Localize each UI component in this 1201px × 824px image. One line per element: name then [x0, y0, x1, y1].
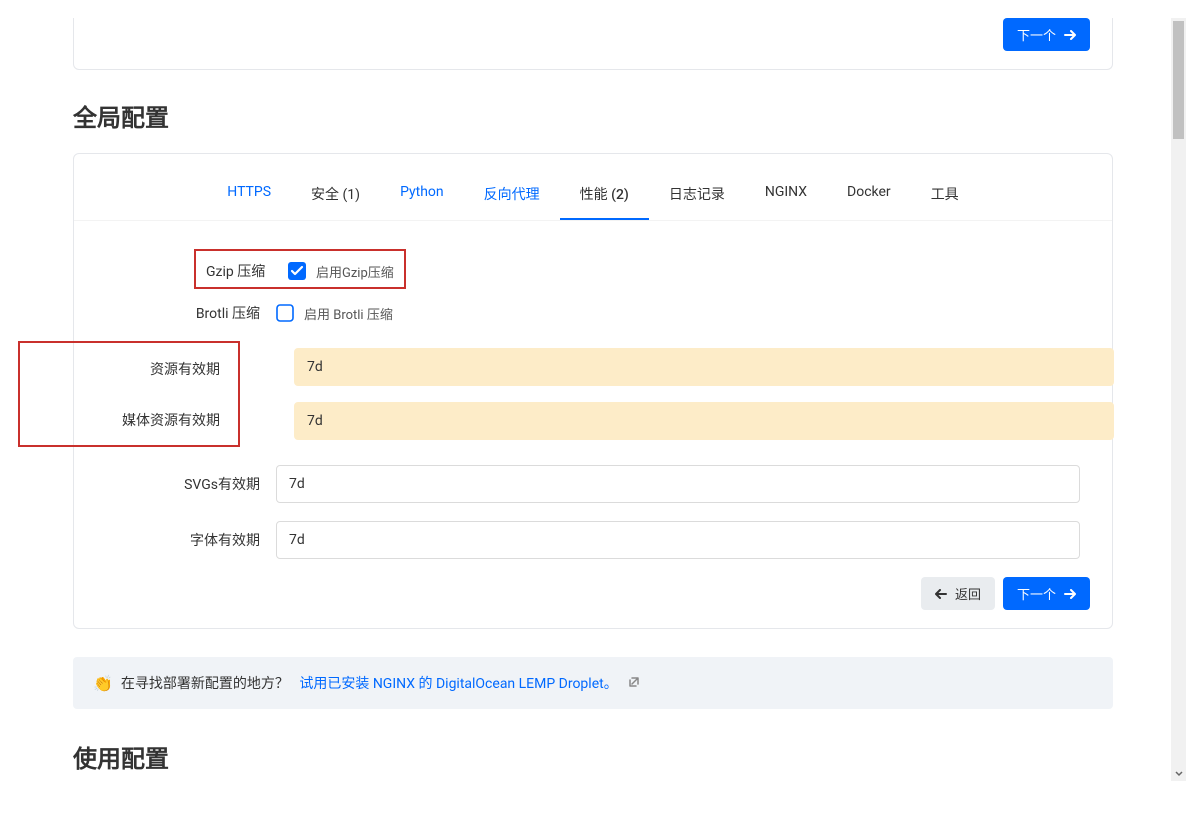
assets-expiry-input[interactable] — [294, 348, 1114, 386]
tab-python[interactable]: Python — [380, 166, 464, 220]
svg-expiry-label: SVGs有效期 — [106, 474, 276, 494]
brotli-checkbox-wrap[interactable]: 启用 Brotli 压缩 — [276, 304, 393, 323]
gzip-label: Gzip 压缩 — [206, 261, 288, 281]
scrollbar-arrow-down-icon[interactable] — [1171, 766, 1186, 781]
font-expiry-label: 字体有效期 — [106, 530, 276, 550]
next-button[interactable]: 下一个 — [1003, 577, 1090, 610]
arrow-right-icon — [1064, 30, 1076, 40]
tab-docker[interactable]: Docker — [827, 166, 911, 220]
media-expiry-label: 媒体资源有效期 — [20, 410, 238, 430]
brotli-row: Brotli 压缩 启用 Brotli 压缩 — [106, 303, 1080, 323]
tab-nginx[interactable]: NGINX — [745, 166, 827, 220]
tab-https[interactable]: HTTPS — [207, 166, 291, 220]
section-usage-title: 使用配置 — [73, 739, 1113, 774]
tabs-container: HTTPS 安全 (1) Python 反向代理 性能 (2) 日志记录 NGI… — [74, 166, 1112, 221]
checkbox-checked-icon — [288, 262, 306, 280]
section-global-title: 全局配置 — [73, 98, 1113, 133]
brotli-checkbox-label: 启用 Brotli 压缩 — [304, 304, 393, 323]
tab-security[interactable]: 安全 (1) — [291, 166, 380, 220]
tab-reverse-proxy[interactable]: 反向代理 — [464, 166, 560, 220]
font-expiry-input[interactable] — [276, 521, 1080, 559]
back-button[interactable]: 返回 — [921, 577, 995, 610]
arrow-right-icon — [1064, 589, 1076, 599]
tab-tools[interactable]: 工具 — [911, 166, 979, 220]
global-config-card: HTTPS 安全 (1) Python 反向代理 性能 (2) 日志记录 NGI… — [73, 153, 1113, 629]
assets-expiry-label: 资源有效期 — [20, 359, 238, 379]
next-button-label: 下一个 — [1017, 584, 1056, 603]
external-link-icon — [628, 677, 640, 691]
font-expiry-row: 字体有效期 — [106, 521, 1080, 559]
checkbox-unchecked-icon — [276, 304, 294, 322]
prev-section-card: 下一个 — [73, 18, 1113, 70]
brotli-label: Brotli 压缩 — [106, 303, 276, 323]
tab-logging[interactable]: 日志记录 — [649, 166, 745, 220]
back-button-label: 返回 — [955, 584, 981, 603]
svg-expiry-row: SVGs有效期 — [106, 465, 1080, 503]
svg-expiry-input[interactable] — [276, 465, 1080, 503]
banner-lead-text: 在寻找部署新配置的地方？ — [121, 676, 289, 692]
highlight-gzip-box: Gzip 压缩 启用Gzip压缩 — [194, 249, 406, 289]
media-expiry-input[interactable] — [294, 402, 1114, 440]
tab-performance[interactable]: 性能 (2) — [560, 166, 649, 220]
highlight-expiry-box: 资源有效期 媒体资源有效期 — [18, 341, 240, 447]
scrollbar-thumb[interactable] — [1173, 21, 1184, 139]
banner-link[interactable]: 试用已安装 NGINX 的 DigitalOcean LEMP Droplet。 — [299, 676, 617, 692]
promo-banner: 👏 在寻找部署新配置的地方？ 试用已安装 NGINX 的 DigitalOcea… — [73, 657, 1113, 709]
next-button-top[interactable]: 下一个 — [1003, 18, 1090, 51]
form-area: Gzip 压缩 启用Gzip压缩 Brotli 压缩 启用 Brotli 压缩 — [96, 249, 1090, 559]
next-button-top-label: 下一个 — [1017, 25, 1056, 44]
arrow-left-icon — [935, 589, 947, 599]
page-scrollbar[interactable] — [1171, 18, 1186, 781]
wave-emoji-icon: 👏 — [93, 674, 113, 693]
gzip-checkbox-wrap[interactable]: 启用Gzip压缩 — [288, 262, 394, 281]
gzip-checkbox-label: 启用Gzip压缩 — [316, 262, 394, 281]
